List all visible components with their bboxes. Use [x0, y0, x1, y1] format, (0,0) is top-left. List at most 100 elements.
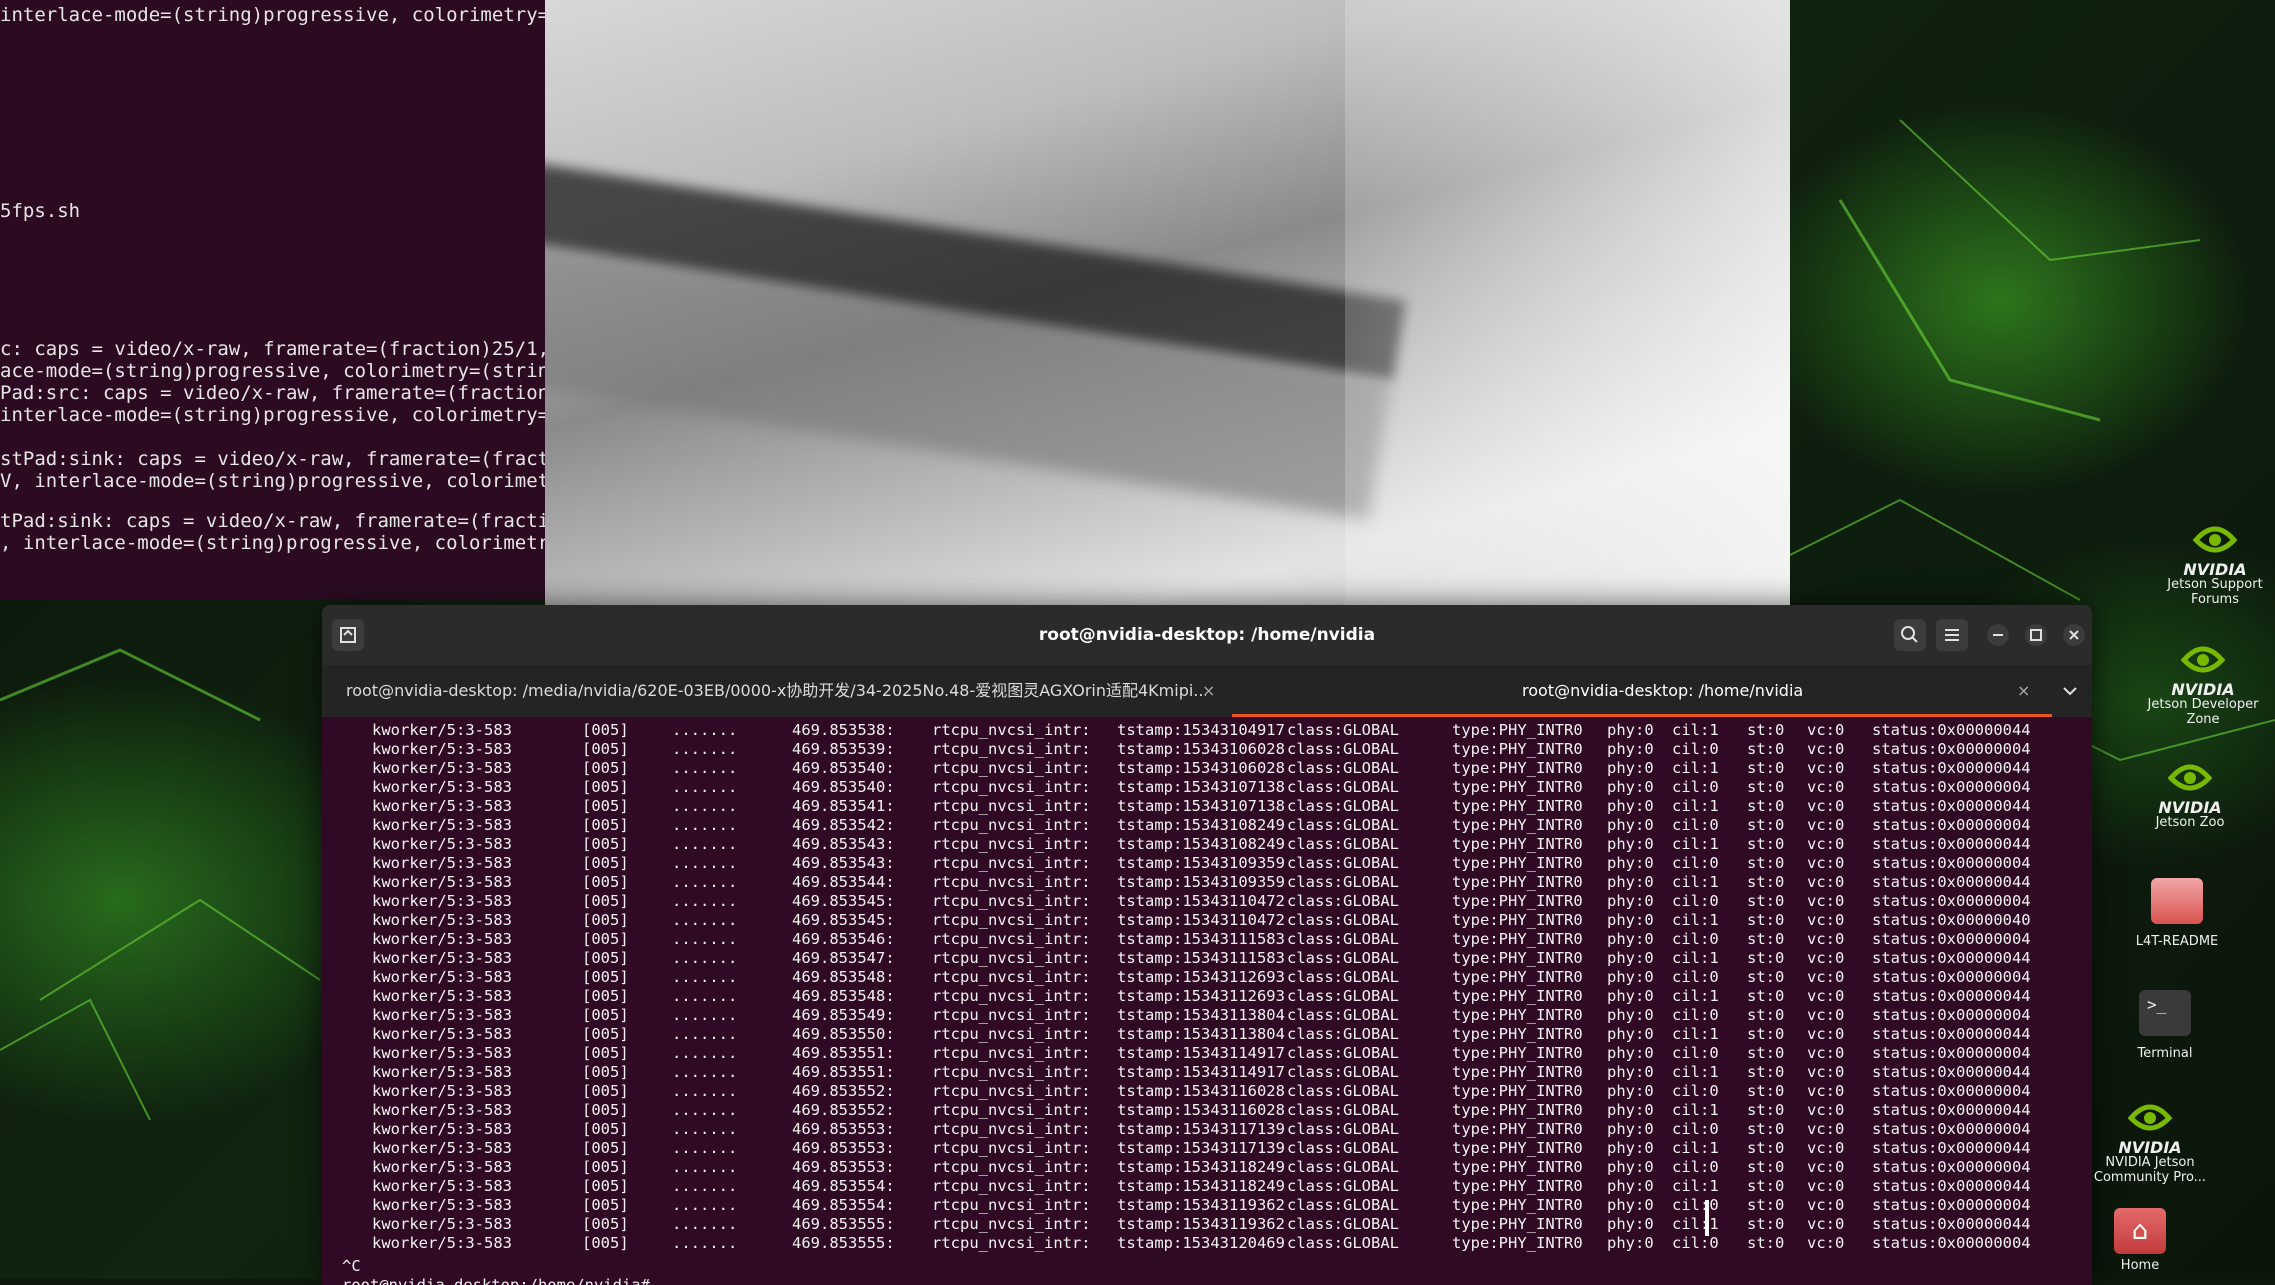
log-field-cpu: [005]: [582, 1044, 629, 1062]
log-field-time: 469.853554:: [792, 1196, 895, 1214]
log-field-flags: .......: [672, 949, 738, 967]
log-field-type: type:PHY_INTR0: [1452, 835, 1583, 853]
log-field-cil: cil:0: [1672, 740, 1719, 758]
log-field-cil: cil:1: [1672, 1063, 1719, 1081]
maximize-icon[interactable]: [2020, 619, 2052, 651]
log-field-flags: .......: [672, 1139, 738, 1157]
log-field-proc: kworker/5:3-583: [372, 1044, 512, 1062]
desktop-icon-terminal[interactable]: >_ Terminal: [2100, 990, 2230, 1061]
log-field-cls: class:GLOBAL: [1287, 1063, 1399, 1081]
log-field-phy: phy:0: [1607, 835, 1654, 853]
log-field-vc: vc:0: [1807, 1120, 1845, 1138]
log-field-time: 469.853555:: [792, 1215, 895, 1233]
desktop-icon-jetson-zoo[interactable]: NVIDIA Jetson Zoo: [2125, 758, 2255, 830]
minimize-icon[interactable]: [1982, 619, 2014, 651]
log-field-st: st:0: [1747, 1101, 1785, 1119]
log-field-func: rtcpu_nvcsi_intr:: [932, 1158, 1091, 1176]
desktop-icon-l4t-readme[interactable]: L4T-README: [2112, 878, 2242, 949]
log-field-flags: .......: [672, 797, 738, 815]
log-field-cpu: [005]: [582, 1139, 629, 1157]
log-field-flags: .......: [672, 721, 738, 739]
log-field-status: status:0x00000044: [1872, 1025, 2031, 1043]
log-field-cil: cil:0: [1672, 1044, 1719, 1062]
log-field-cil: cil:0: [1672, 816, 1719, 834]
tab-home-directory[interactable]: root@nvidia-desktop: /home/nvidia: [1522, 665, 1942, 717]
log-field-cpu: [005]: [582, 721, 629, 739]
log-field-vc: vc:0: [1807, 1234, 1845, 1252]
desktop-icon-jetson-developer-zone[interactable]: NVIDIA Jetson Developer Zone: [2138, 640, 2268, 727]
log-field-proc: kworker/5:3-583: [372, 1006, 512, 1024]
hamburger-menu-icon[interactable]: [1936, 619, 1968, 651]
terminal-output[interactable]: kworker/5:3-583 [005]....... 469.853538: rt…: [322, 717, 2092, 1285]
log-field-vc: vc:0: [1807, 892, 1845, 910]
search-icon[interactable]: [1894, 619, 1926, 651]
log-field-proc: kworker/5:3-583: [372, 816, 512, 834]
desktop-icon-jetson-community[interactable]: NVIDIA NVIDIA Jetson Community Pro...: [2085, 1098, 2215, 1185]
log-field-time: 469.853548:: [792, 987, 895, 1005]
log-field-flags: .......: [672, 740, 738, 758]
desktop-icon-label: L4T-README: [2135, 934, 2219, 949]
log-field-cpu: [005]: [582, 892, 629, 910]
log-field-phy: phy:0: [1607, 987, 1654, 1005]
terminal-line: stPad:sink: caps = video/x-raw, framerat…: [0, 448, 560, 470]
terminal-headerbar[interactable]: root@nvidia-desktop: /home/nvidia: [322, 605, 2092, 665]
log-field-cpu: [005]: [582, 911, 629, 929]
terminal-window[interactable]: root@nvidia-desktop: /home/nvidia root@n…: [322, 605, 2092, 1285]
log-field-st: st:0: [1747, 1196, 1785, 1214]
log-field-phy: phy:0: [1607, 759, 1654, 777]
log-field-cls: class:GLOBAL: [1287, 911, 1399, 929]
log-field-st: st:0: [1747, 759, 1785, 777]
log-field-flags: .......: [672, 1082, 738, 1100]
log-field-vc: vc:0: [1807, 1139, 1845, 1157]
log-field-func: rtcpu_nvcsi_intr:: [932, 816, 1091, 834]
log-field-func: rtcpu_nvcsi_intr:: [932, 911, 1091, 929]
log-field-flags: .......: [672, 1158, 738, 1176]
log-field-vc: vc:0: [1807, 778, 1845, 796]
tab-close-button[interactable]: ×: [1202, 665, 1215, 717]
log-field-cil: cil:1: [1672, 721, 1719, 739]
log-field-flags: .......: [672, 1196, 738, 1214]
desktop-icon-jetson-support-forums[interactable]: NVIDIA Jetson Support Forums: [2150, 520, 2275, 607]
log-field-cpu: [005]: [582, 873, 629, 891]
log-field-cpu: [005]: [582, 1177, 629, 1195]
log-field-phy: phy:0: [1607, 949, 1654, 967]
log-field-func: rtcpu_nvcsi_intr:: [932, 1120, 1091, 1138]
log-field-ts: tstamp:15343116028: [1117, 1082, 1285, 1100]
tab-media-directory[interactable]: root@nvidia-desktop: /media/nvidia/620E-…: [346, 665, 1206, 717]
log-field-func: rtcpu_nvcsi_intr:: [932, 1025, 1091, 1043]
log-field-st: st:0: [1747, 1025, 1785, 1043]
log-field-phy: phy:0: [1607, 873, 1654, 891]
log-field-vc: vc:0: [1807, 1101, 1845, 1119]
log-field-vc: vc:0: [1807, 949, 1845, 967]
log-field-cpu: [005]: [582, 816, 629, 834]
log-field-type: type:PHY_INTR0: [1452, 1234, 1583, 1252]
desktop-icon-home[interactable]: ⌂ Home: [2075, 1208, 2205, 1273]
log-field-status: status:0x00000044: [1872, 987, 2031, 1005]
log-field-status: status:0x00000004: [1872, 778, 2031, 796]
chevron-down-icon[interactable]: [2054, 675, 2086, 707]
log-field-func: rtcpu_nvcsi_intr:: [932, 1044, 1091, 1062]
log-field-cil: cil:0: [1672, 1006, 1719, 1024]
close-icon[interactable]: [2058, 619, 2090, 651]
shell-prompt[interactable]: root@nvidia-desktop:/home/nvidia#: [342, 1276, 650, 1285]
log-field-ts: tstamp:15343114917: [1117, 1044, 1285, 1062]
log-field-st: st:0: [1747, 721, 1785, 739]
log-field-phy: phy:0: [1607, 1215, 1654, 1233]
log-field-cil: cil:1: [1672, 1101, 1719, 1119]
log-field-ts: tstamp:15343111583: [1117, 949, 1285, 967]
log-field-vc: vc:0: [1807, 854, 1845, 872]
log-field-func: rtcpu_nvcsi_intr:: [932, 949, 1091, 967]
tab-close-button[interactable]: ×: [2017, 665, 2030, 717]
log-field-status: status:0x00000004: [1872, 892, 2031, 910]
log-field-vc: vc:0: [1807, 873, 1845, 891]
log-field-vc: vc:0: [1807, 759, 1845, 777]
log-field-proc: kworker/5:3-583: [372, 1025, 512, 1043]
log-field-func: rtcpu_nvcsi_intr:: [932, 1177, 1091, 1195]
hamburger-menu-icon: [1945, 629, 1959, 641]
log-field-cil: cil:1: [1672, 949, 1719, 967]
log-field-cpu: [005]: [582, 930, 629, 948]
log-field-cil: cil:1: [1672, 911, 1719, 929]
log-field-time: 469.853550:: [792, 1025, 895, 1043]
log-field-time: 469.853545:: [792, 911, 895, 929]
log-field-vc: vc:0: [1807, 1215, 1845, 1233]
